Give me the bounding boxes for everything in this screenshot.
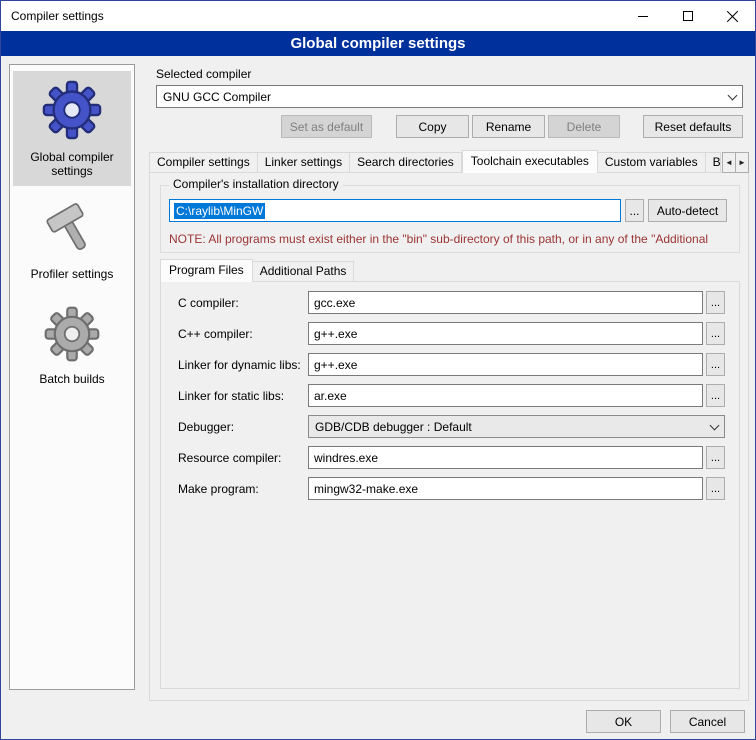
field-label: C compiler: xyxy=(178,296,308,310)
linker-dynamic-browse-button[interactable]: ... xyxy=(706,353,725,376)
subtab-additional-paths[interactable]: Additional Paths xyxy=(253,261,355,282)
linker-dynamic-input[interactable] xyxy=(308,353,703,376)
selected-compiler-label: Selected compiler xyxy=(156,67,251,81)
sidebar: Global compiler settings Profiler settin… xyxy=(9,64,135,690)
cpp-compiler-browse-button[interactable]: ... xyxy=(706,322,725,345)
cancel-button[interactable]: Cancel xyxy=(670,710,745,733)
reset-defaults-button[interactable]: Reset defaults xyxy=(643,115,743,138)
ok-button[interactable]: OK xyxy=(586,710,661,733)
tab-search-directories[interactable]: Search directories xyxy=(350,152,462,173)
compiler-settings-window: Compiler settings Global compiler settin… xyxy=(0,0,756,740)
form-row-debugger: Debugger: GDB/CDB debugger : Default xyxy=(178,415,739,438)
debugger-select-value: GDB/CDB debugger : Default xyxy=(309,420,704,434)
linker-static-input[interactable] xyxy=(308,384,703,407)
browse-directory-button[interactable]: ... xyxy=(625,199,644,222)
compiler-select-value: GNU GCC Compiler xyxy=(157,90,722,104)
auto-detect-button[interactable]: Auto-detect xyxy=(648,199,727,222)
close-icon xyxy=(727,10,739,22)
maximize-icon xyxy=(683,11,693,21)
form-row-make-program: Make program: ... xyxy=(178,477,739,500)
tab-scroll-left-button[interactable]: ◄ xyxy=(722,152,736,173)
make-program-input[interactable] xyxy=(308,477,703,500)
gear-grey-icon xyxy=(43,305,101,366)
installation-directory-value: C:\raylib\MinGW xyxy=(174,203,265,219)
resource-compiler-browse-button[interactable]: ... xyxy=(706,446,725,469)
chevron-down-icon xyxy=(704,425,724,429)
debugger-select[interactable]: GDB/CDB debugger : Default xyxy=(308,415,725,438)
tab-scroll-right-button[interactable]: ► xyxy=(735,152,749,173)
program-files-panel: C compiler: ... C++ compiler: ... Linker… xyxy=(160,281,740,689)
field-label: Linker for static libs: xyxy=(178,389,308,403)
rename-button[interactable]: Rename xyxy=(472,115,545,138)
toolchain-executables-page: Compiler's installation directory C:\ray… xyxy=(149,172,749,701)
make-program-browse-button[interactable]: ... xyxy=(706,477,725,500)
note-text: NOTE: All programs must exist either in … xyxy=(169,232,735,246)
linker-static-browse-button[interactable]: ... xyxy=(706,384,725,407)
form-row-cpp-compiler: C++ compiler: ... xyxy=(178,322,739,345)
c-compiler-input[interactable] xyxy=(308,291,703,314)
subtabstrip: Program Files Additional Paths xyxy=(160,259,354,282)
resource-compiler-input[interactable] xyxy=(308,446,703,469)
maximize-button[interactable] xyxy=(665,1,710,31)
set-as-default-button[interactable]: Set as default xyxy=(281,115,372,138)
chevron-down-icon xyxy=(722,95,742,99)
tab-compiler-settings[interactable]: Compiler settings xyxy=(149,152,258,173)
tab-scroll-arrows: ◄ ► xyxy=(723,152,749,173)
group-title: Compiler's installation directory xyxy=(169,177,343,191)
c-compiler-browse-button[interactable]: ... xyxy=(706,291,725,314)
copy-button[interactable]: Copy xyxy=(396,115,469,138)
field-label: C++ compiler: xyxy=(178,327,308,341)
sidebar-item-global-compiler-settings[interactable]: Global compiler settings xyxy=(13,71,131,186)
field-label: Make program: xyxy=(178,482,308,496)
form-row-linker-dynamic: Linker for dynamic libs: ... xyxy=(178,353,739,376)
sidebar-item-label: Global compiler settings xyxy=(15,150,129,178)
tab-linker-settings[interactable]: Linker settings xyxy=(258,152,350,173)
window-title: Compiler settings xyxy=(1,9,620,23)
form-row-linker-static: Linker for static libs: ... xyxy=(178,384,739,407)
close-button[interactable] xyxy=(710,1,755,31)
form-row-c-compiler: C compiler: ... xyxy=(178,291,739,314)
sidebar-item-batch-builds[interactable]: Batch builds xyxy=(13,297,131,394)
page-title: Global compiler settings xyxy=(1,31,755,56)
tab-custom-variables[interactable]: Custom variables xyxy=(598,152,706,173)
subtab-program-files[interactable]: Program Files xyxy=(160,259,253,282)
delete-button[interactable]: Delete xyxy=(548,115,620,138)
gear-blue-icon xyxy=(41,79,103,144)
field-label: Debugger: xyxy=(178,420,308,434)
sidebar-item-label: Profiler settings xyxy=(31,267,114,281)
compiler-select[interactable]: GNU GCC Compiler xyxy=(156,85,743,108)
installation-directory-input[interactable]: C:\raylib\MinGW xyxy=(169,199,621,222)
sidebar-item-label: Batch builds xyxy=(39,372,104,386)
window-controls xyxy=(620,1,755,31)
cpp-compiler-input[interactable] xyxy=(308,322,703,345)
tab-toolchain-executables[interactable]: Toolchain executables xyxy=(462,150,598,173)
installation-directory-group: Compiler's installation directory C:\ray… xyxy=(160,185,740,253)
minimize-icon xyxy=(638,16,648,17)
field-label: Resource compiler: xyxy=(178,451,308,465)
minimize-button[interactable] xyxy=(620,1,665,31)
form-row-resource-compiler: Resource compiler: ... xyxy=(178,446,739,469)
tabstrip: Compiler settings Linker settings Search… xyxy=(149,150,749,173)
field-label: Linker for dynamic libs: xyxy=(178,358,308,372)
titlebar[interactable]: Compiler settings xyxy=(1,1,755,31)
sidebar-item-profiler-settings[interactable]: Profiler settings xyxy=(13,194,131,289)
tab-build-options[interactable]: Build xyxy=(706,152,721,173)
hammer-icon xyxy=(44,202,100,261)
